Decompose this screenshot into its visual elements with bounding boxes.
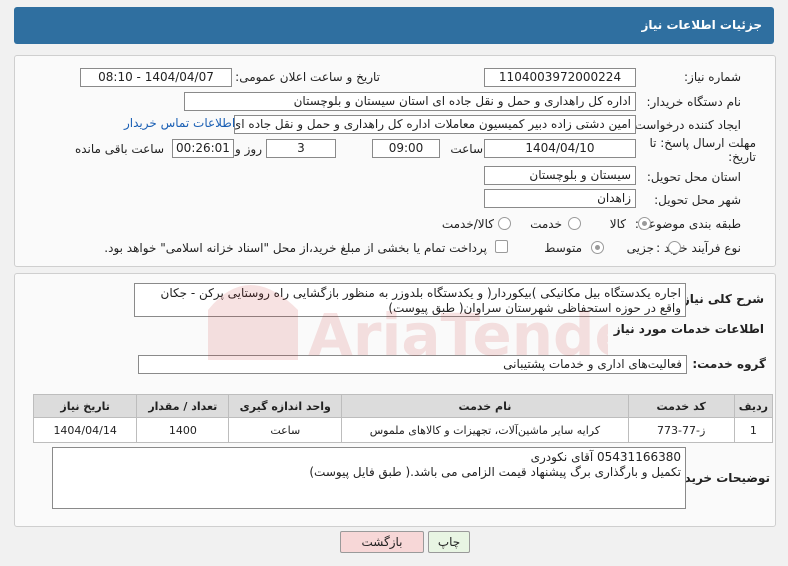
city-value: زاهدان (597, 191, 631, 205)
print-button[interactable]: چاپ (428, 531, 470, 553)
col-date-header: تاریخ نیاز (32, 394, 138, 418)
services-section-title: اطلاعات خدمات مورد نیاز (613, 322, 764, 336)
city-field: زاهدان (484, 189, 636, 208)
col-code-header: کد خدمت (627, 394, 735, 418)
table-row[interactable]: 1 ز-77-773 کرایه سایر ماشین‌آلات، تجهیزا… (32, 417, 774, 443)
purchase-minor-text: جزیی (626, 241, 654, 255)
days-label: روز و (235, 142, 262, 156)
remaining-time-field: 00:26:01 (172, 139, 234, 158)
category-goods-service-text: کالا/خدمت (441, 217, 494, 231)
buyer-value: اداره کل راهداری و حمل و نقل جاده ای است… (293, 94, 631, 108)
purchase-medium-text: متوسط (544, 241, 582, 255)
province-value: سیستان و بلوچستان (529, 168, 631, 182)
deadline-time-label: ساعت (450, 142, 483, 156)
remaining-label: ساعت باقی مانده (74, 142, 164, 156)
page-header: جزئیات اطلاعات نیاز (14, 7, 774, 44)
creator-field: امین دشتی زاده دبیر کمیسیون معاملات ادار… (234, 115, 636, 134)
deadline-date-field: 1404/04/10 (484, 139, 636, 158)
col-name-header: نام خدمت (341, 394, 629, 418)
deadline-time-field: 09:00 (372, 139, 440, 158)
creator-value: امین دشتی زاده دبیر کمیسیون معاملات ادار… (234, 117, 631, 131)
need-number-label: شماره نیاز: (684, 70, 741, 84)
city-label: شهر محل تحویل: (654, 193, 741, 207)
announce-label: تاریخ و ساعت اعلان عمومی: (235, 70, 380, 84)
table-header-row: ردیف کد خدمت نام خدمت واحد اندازه گیری ت… (32, 394, 774, 418)
treasury-payment-checkbox[interactable] (495, 240, 508, 253)
cell-date: 1404/04/14 (32, 417, 138, 443)
buyer-notes-field: 05431166380 آقای نکودری تکمیل و بارگذاری… (52, 447, 686, 509)
cell-qty: 1400 (136, 417, 230, 443)
cell-name: کرایه سایر ماشین‌آلات، تجهیزات و کالاهای… (341, 417, 629, 443)
cell-row: 1 (733, 417, 774, 443)
buyer-label: نام دستگاه خریدار: (646, 95, 742, 109)
announce-field: 1404/04/07 - 08:10 (80, 68, 232, 87)
col-row-header: ردیف (733, 394, 774, 418)
purchase-minor-radio[interactable] (668, 241, 681, 254)
service-group-value: فعالیت‌های اداری و خدمات پشتیبانی (503, 357, 682, 371)
category-goods-radio[interactable] (638, 217, 651, 230)
creator-label: ایجاد کننده درخواست: (630, 118, 741, 132)
contact-buyer-link[interactable]: اطلاعات تماس خریدار (124, 116, 235, 130)
summary-label: شرح کلی نیاز: (678, 292, 764, 306)
service-group-field: فعالیت‌های اداری و خدمات پشتیبانی (138, 355, 687, 374)
category-goods-text: کالا (609, 217, 626, 231)
purchase-medium-radio[interactable] (591, 241, 604, 254)
buyer-notes-line1: 05431166380 آقای نکودری (530, 450, 681, 464)
services-table: ردیف کد خدمت نام خدمت واحد اندازه گیری ت… (32, 394, 774, 443)
buyer-field: اداره کل راهداری و حمل و نقل جاده ای است… (184, 92, 636, 111)
cell-code: ز-77-773 (627, 417, 735, 443)
cell-unit: ساعت (228, 417, 343, 443)
province-label: استان محل تحویل: (646, 170, 741, 184)
category-service-text: خدمت (530, 217, 562, 231)
buyer-notes-line2: تکمیل و بارگذاری برگ پیشنهاد قیمت الزامی… (309, 465, 681, 479)
days-field: 3 (266, 139, 336, 158)
need-number-field: 1104003972000224 (484, 68, 636, 87)
category-service-radio[interactable] (568, 217, 581, 230)
page-title: جزئیات اطلاعات نیاز (641, 18, 762, 32)
deadline-label: مهلت ارسال پاسخ: تا تاریخ: (649, 136, 756, 164)
col-qty-header: تعداد / مقدار (136, 394, 230, 418)
category-goods-service-radio[interactable] (498, 217, 511, 230)
service-group-label: گروه خدمت: (692, 357, 766, 371)
back-button[interactable]: بازگشت (340, 531, 424, 553)
province-field: سیستان و بلوچستان (484, 166, 636, 185)
col-unit-header: واحد اندازه گیری (228, 394, 343, 418)
treasury-payment-note: پرداخت تمام یا بخشی از مبلغ خرید،از محل … (104, 241, 487, 255)
summary-field: اجاره یکدستگاه بیل مکانیکی )بیکوردار( و … (134, 283, 686, 317)
